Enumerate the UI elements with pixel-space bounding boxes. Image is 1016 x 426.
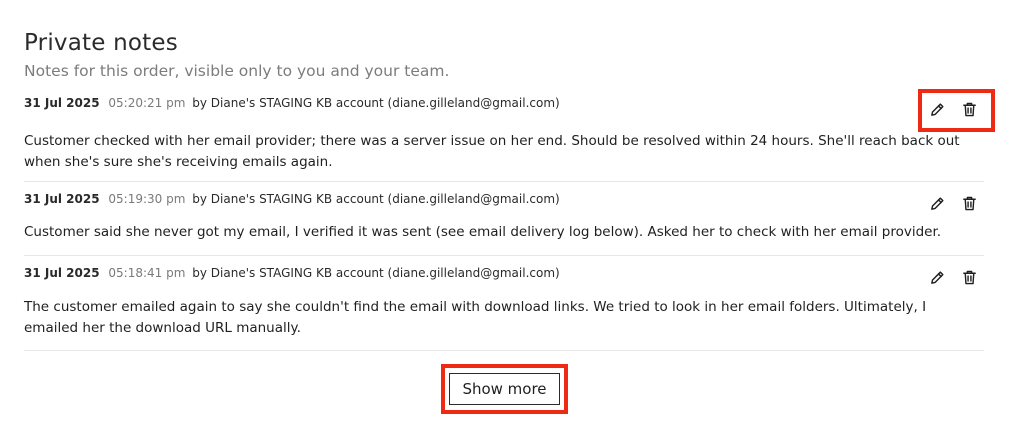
note-author: by Diane's STAGING KB account (diane.gil…	[192, 192, 560, 206]
note-actions	[928, 194, 978, 212]
actions-highlight	[918, 89, 995, 132]
pencil-icon[interactable]	[928, 268, 946, 286]
section-title: Private notes	[24, 30, 178, 56]
trash-icon[interactable]	[960, 194, 978, 212]
note-author: by Diane's STAGING KB account (diane.gil…	[192, 96, 560, 110]
note-text: The customer emailed again to say she co…	[24, 299, 927, 336]
show-more-button[interactable]: Show more	[449, 373, 560, 405]
private-notes-section: Private notes Notes for this order, visi…	[24, 28, 984, 351]
section-subtitle: Notes for this order, visible only to yo…	[24, 62, 450, 80]
note-item: 31 Jul 2025 05:20:21 pm by Diane's STAGI…	[24, 89, 984, 182]
note-date: 31 Jul 2025	[24, 96, 100, 110]
trash-icon[interactable]	[960, 268, 978, 286]
note-item: 31 Jul 2025 05:19:30 pm by Diane's STAGI…	[24, 182, 984, 256]
note-time: 05:20:21 pm	[108, 96, 186, 110]
note-time: 05:18:41 pm	[108, 266, 186, 280]
show-more-highlight: Show more	[441, 364, 568, 414]
pencil-icon[interactable]	[928, 194, 946, 212]
note-date: 31 Jul 2025	[24, 266, 100, 280]
note-meta: 31 Jul 2025 05:19:30 pm by Diane's STAGI…	[24, 182, 984, 207]
note-date: 31 Jul 2025	[24, 192, 100, 206]
note-meta: 31 Jul 2025 05:20:21 pm by Diane's STAGI…	[24, 89, 984, 111]
note-text: Customer said she never got my email, I …	[24, 224, 942, 240]
note-actions	[928, 268, 978, 286]
note-meta: 31 Jul 2025 05:18:41 pm by Diane's STAGI…	[24, 256, 984, 281]
note-author: by Diane's STAGING KB account (diane.gil…	[192, 266, 560, 280]
note-item: 31 Jul 2025 05:18:41 pm by Diane's STAGI…	[24, 256, 984, 351]
note-time: 05:19:30 pm	[108, 192, 186, 206]
note-text: Customer checked with her email provider…	[24, 133, 960, 170]
